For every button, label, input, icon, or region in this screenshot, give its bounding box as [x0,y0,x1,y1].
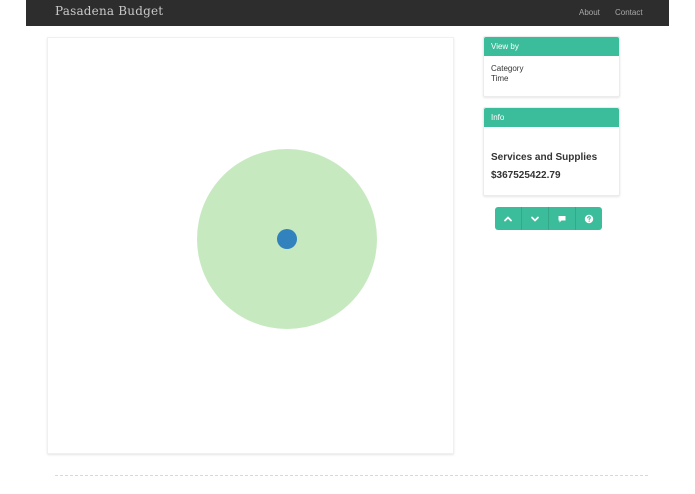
navigation-controls [495,207,602,230]
brand-logo[interactable]: Pasadena Budget [55,4,163,18]
view-by-header: View by [484,37,619,56]
help-button[interactable] [576,207,602,230]
chevron-down-icon [531,216,539,221]
footer-divider [55,475,648,476]
nav-about-link[interactable]: About [579,8,600,17]
view-by-panel: View by Category Time [483,36,620,97]
navbar: Pasadena Budget About Contact [26,0,669,26]
chevron-up-icon [504,216,512,221]
question-icon [584,214,594,223]
info-item-name: Services and Supplies [491,152,598,163]
zoom-up-button[interactable] [495,207,522,230]
comment-button[interactable] [549,207,576,230]
view-by-category-option[interactable]: Category [491,64,619,74]
budget-visualization [47,37,454,454]
comment-icon [558,215,566,222]
nav-contact-link[interactable]: Contact [615,8,643,17]
view-by-time-option[interactable]: Time [491,74,619,84]
item-bubble[interactable] [277,229,297,249]
info-panel: Info Services and Supplies $367525422.79 [483,107,620,196]
info-item-amount: $367525422.79 [491,170,561,181]
zoom-down-button[interactable] [522,207,549,230]
info-header: Info [484,108,619,127]
bubble-chart [197,149,377,329]
